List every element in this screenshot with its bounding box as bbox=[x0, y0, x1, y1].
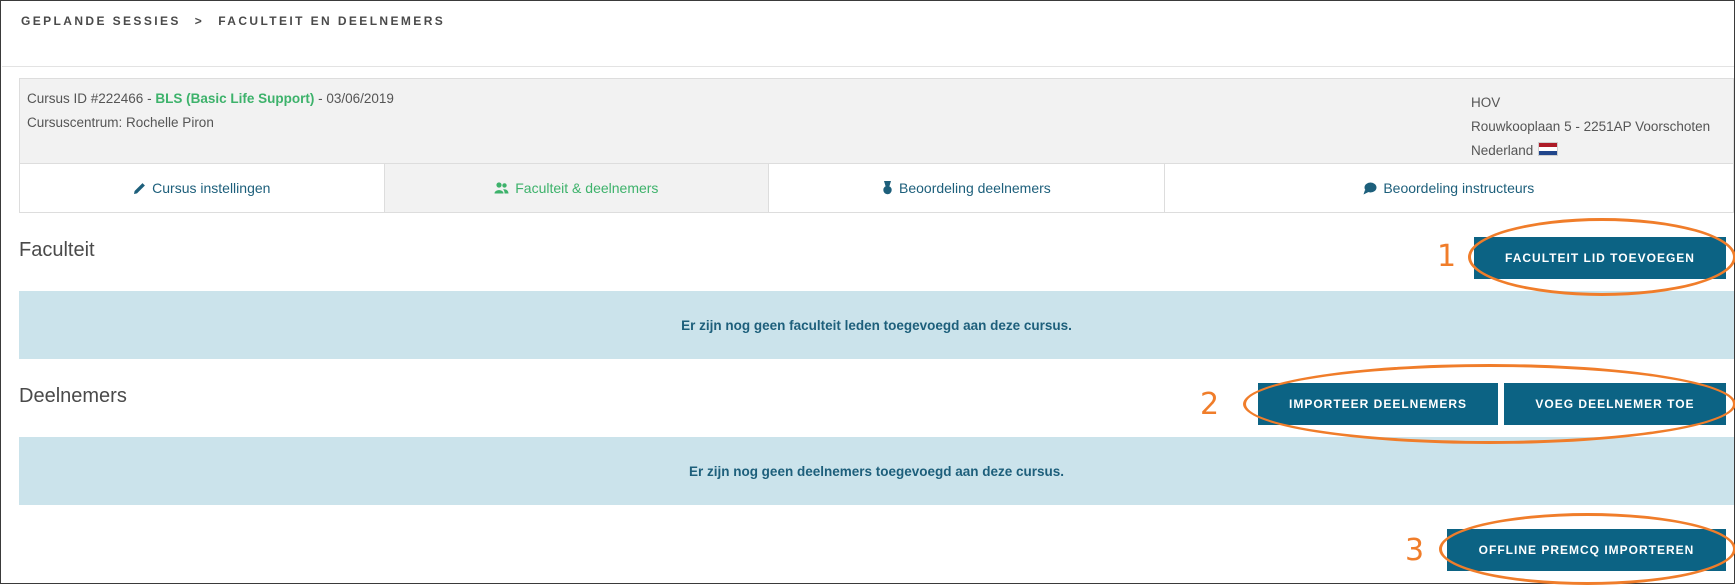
faculty-empty-notice: Er zijn nog geen faculteit leden toegevo… bbox=[19, 291, 1734, 359]
course-location: HOV Rouwkooplaan 5 - 2251AP Voorschoten … bbox=[1471, 91, 1729, 163]
tab-assess-instructors[interactable]: Beoordeling instructeurs bbox=[1164, 164, 1733, 212]
participants-title: Deelnemers bbox=[19, 385, 127, 407]
annotation-number-2: 2 bbox=[1200, 387, 1220, 422]
course-date: - 03/06/2019 bbox=[314, 91, 394, 106]
course-info-panel: Cursus ID #222466 - BLS (Basic Life Supp… bbox=[19, 78, 1734, 164]
breadcrumb: GEPLANDE SESSIES > FACULTEIT EN DEELNEME… bbox=[21, 14, 445, 28]
course-id-line: Cursus ID #222466 - BLS (Basic Life Supp… bbox=[27, 91, 394, 106]
tab-faculty-participants[interactable]: Faculteit & deelnemers bbox=[384, 164, 770, 212]
import-participants-button[interactable]: IMPORTEER DEELNEMERS bbox=[1258, 383, 1498, 425]
course-center: Cursuscentrum: Rochelle Piron bbox=[27, 115, 214, 130]
chat-bubble-icon bbox=[1363, 182, 1377, 194]
location-address: Rouwkooplaan 5 - 2251AP Voorschoten bbox=[1471, 119, 1711, 134]
offline-premcq-import-button[interactable]: OFFLINE PREMCQ IMPORTEREN bbox=[1447, 529, 1726, 571]
tab-label: Faculteit & deelnemers bbox=[515, 180, 659, 196]
tab-label: Cursus instellingen bbox=[152, 180, 271, 196]
tab-label: Beoordeling instructeurs bbox=[1383, 180, 1535, 196]
location-country: Nederland bbox=[1471, 139, 1729, 163]
tab-course-settings[interactable]: Cursus instellingen bbox=[20, 164, 385, 212]
course-name: BLS (Basic Life Support) bbox=[155, 91, 315, 106]
users-icon bbox=[494, 182, 509, 194]
annotation-number-3: 3 bbox=[1405, 533, 1425, 568]
add-faculty-member-button[interactable]: FACULTEIT LID TOEVOEGEN bbox=[1474, 237, 1726, 279]
breadcrumb-item-sessions[interactable]: GEPLANDE SESSIES bbox=[21, 14, 181, 28]
pencil-icon bbox=[134, 182, 146, 194]
add-participant-button[interactable]: VOEG DEELNEMER TOE bbox=[1504, 383, 1726, 425]
course-tabs: Cursus instellingen Faculteit & deelneme… bbox=[19, 164, 1734, 213]
participants-empty-notice: Er zijn nog geen deelnemers toegevoegd a… bbox=[19, 437, 1734, 505]
netherlands-flag-icon bbox=[1538, 142, 1559, 156]
location-code: HOV bbox=[1471, 95, 1501, 110]
breadcrumb-separator: > bbox=[194, 14, 205, 28]
medal-icon bbox=[883, 181, 892, 195]
faculty-title: Faculteit bbox=[19, 239, 95, 261]
tab-label: Beoordeling deelnemers bbox=[899, 180, 1051, 196]
annotation-number-1: 1 bbox=[1437, 239, 1457, 274]
breadcrumb-item-current: FACULTEIT EN DEELNEMERS bbox=[218, 14, 446, 28]
header-divider bbox=[2, 66, 1734, 67]
course-id: Cursus ID #222466 - bbox=[27, 91, 156, 106]
page-frame: GEPLANDE SESSIES > FACULTEIT EN DEELNEME… bbox=[0, 0, 1735, 585]
tab-assess-participants[interactable]: Beoordeling deelnemers bbox=[769, 164, 1165, 212]
